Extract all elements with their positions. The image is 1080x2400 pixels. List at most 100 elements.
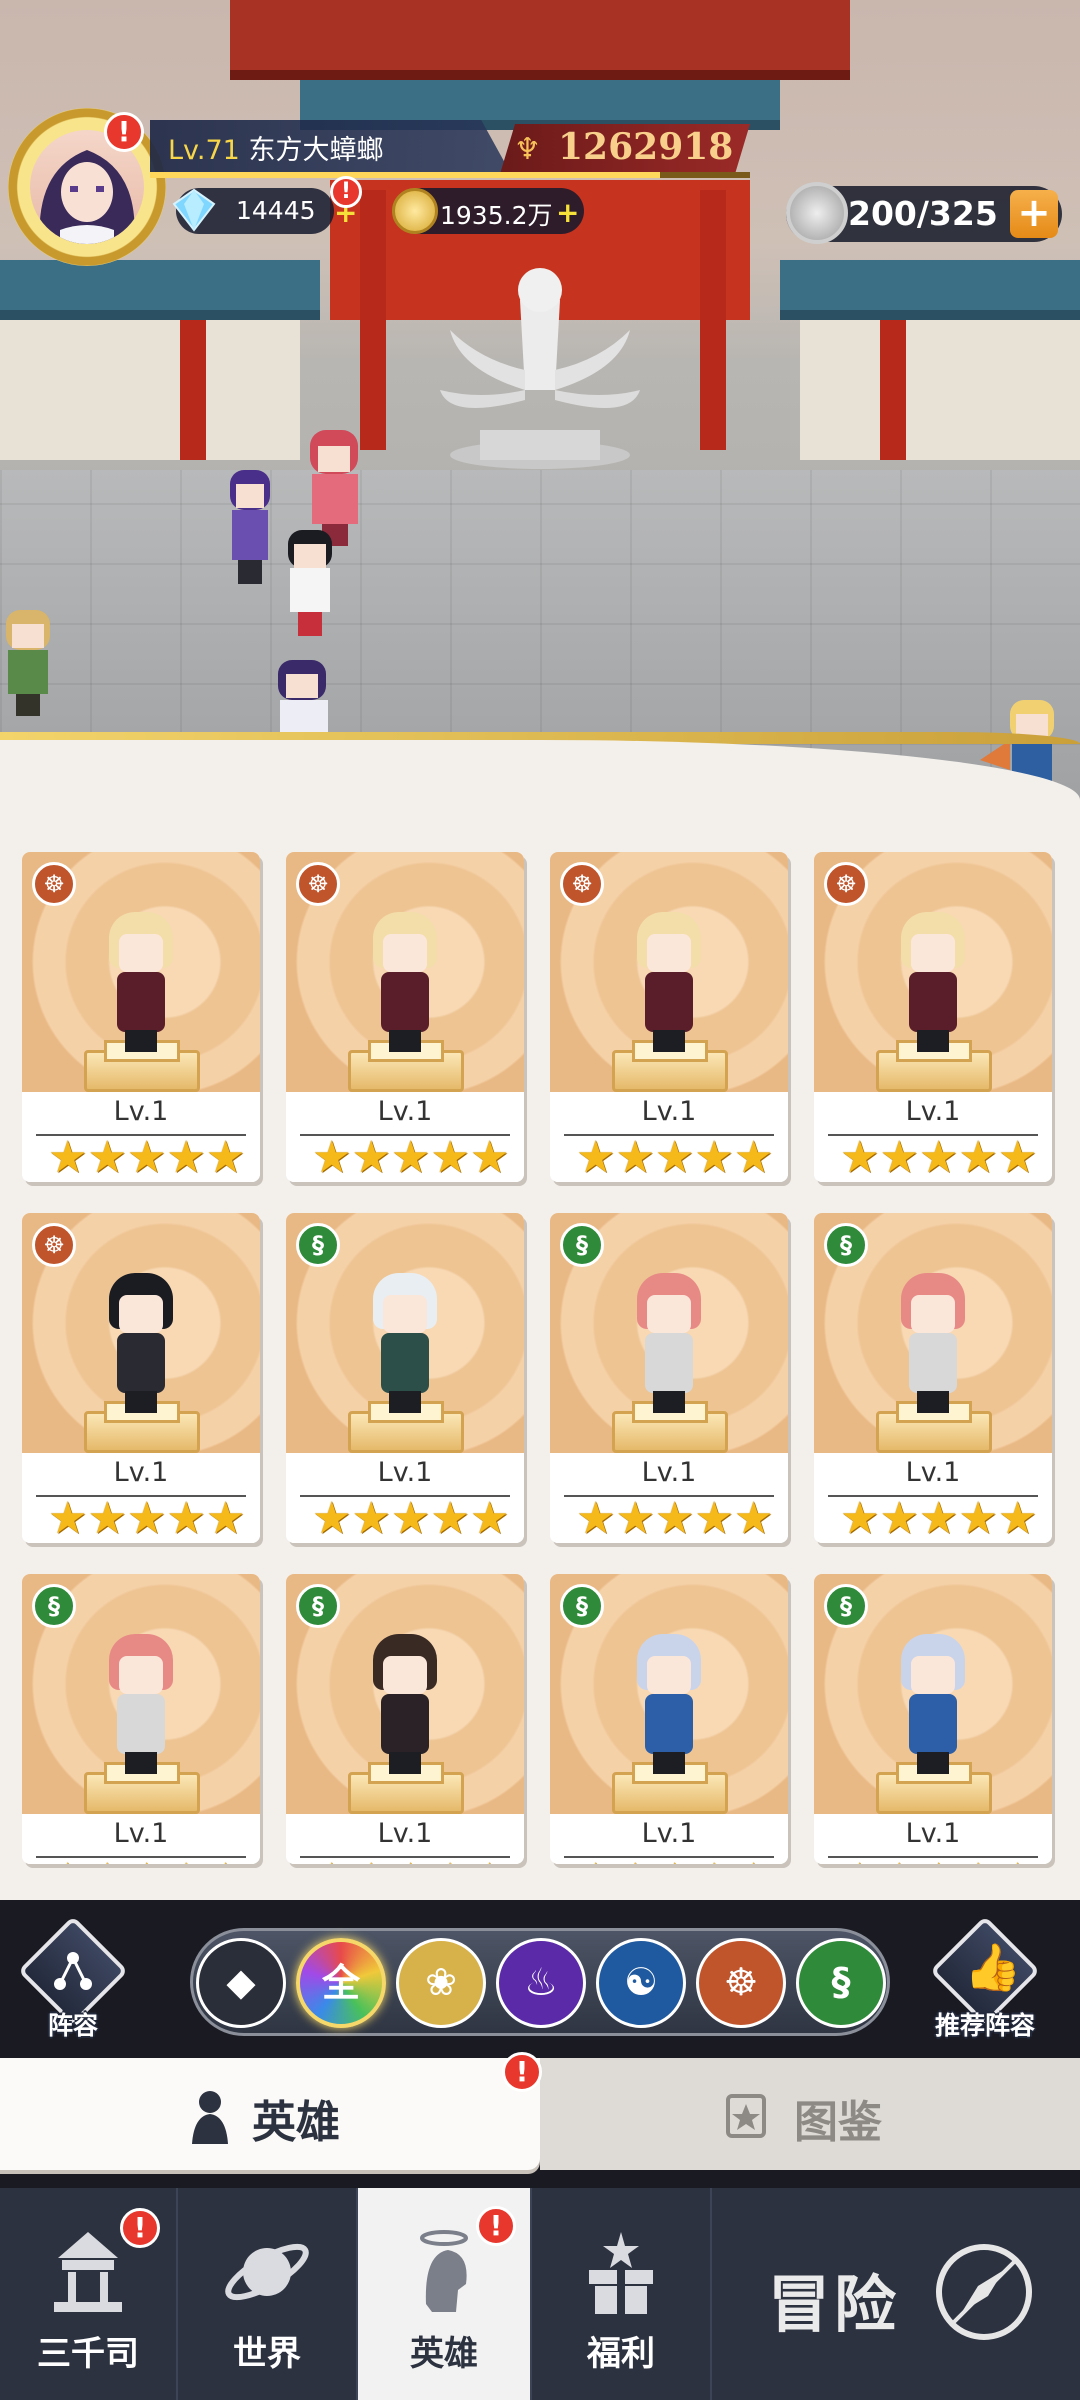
star-icon: ★ (694, 1493, 734, 1543)
star-icon: ★ (205, 1132, 246, 1182)
hero-card[interactable]: §Lv.1★★★★★ (550, 1574, 788, 1864)
star-icon: ★ (430, 1132, 470, 1182)
star-icon: ★ (312, 1132, 352, 1182)
nav-welfare[interactable]: 福利 (532, 2188, 712, 2400)
hero-silhouette-icon (192, 2091, 228, 2144)
hero-level: Lv.1 (113, 1818, 169, 1849)
temple-roof (230, 0, 850, 80)
power-icon: ♆ (514, 132, 541, 167)
hero-card[interactable]: §Lv.1★★★★★ (550, 1213, 788, 1543)
filter-flame-icon[interactable]: ♨ (496, 1938, 586, 2028)
star-icon: ★ (127, 1858, 166, 1865)
star-icon: ★ (48, 1493, 88, 1543)
star-icon: ★ (87, 1493, 127, 1543)
nav-adventure[interactable]: 冒险 (712, 2188, 1080, 2400)
star-icon: ★ (997, 1132, 1038, 1182)
filter-meditation-icon[interactable]: ☸ (696, 1938, 786, 2028)
recommended-formation-button[interactable]: 👍 推荐阵容 (929, 1915, 1041, 2040)
add-stamina-button[interactable]: + (1010, 190, 1058, 238)
hero-level: Lv.1 (905, 1818, 961, 1849)
star-icon: ★ (654, 1132, 695, 1182)
atlas-book-icon (726, 2094, 766, 2138)
palace-icon (54, 2232, 122, 2312)
star-icon: ★ (655, 1858, 694, 1865)
hero-star-rating: ★★★★★ (48, 1493, 245, 1543)
star-icon: ★ (205, 1493, 246, 1543)
hero-card[interactable]: §Lv.1★★★★★ (286, 1213, 524, 1543)
filter-tier-icon[interactable]: ◆ (196, 1938, 286, 2028)
meditation-icon: ☸ (560, 862, 604, 906)
hero-card[interactable]: §Lv.1★★★★★ (814, 1574, 1052, 1864)
hero-card[interactable]: ☸ Lv.1 ★ ★ ★ ★ ★ (814, 852, 1052, 1182)
hero-card[interactable]: ☸ Lv.1 ★ ★ ★ ★ ★ (22, 852, 260, 1182)
star-icon: ★ (654, 1493, 695, 1543)
player-info: Lv.71 东方大蟑螂 (168, 128, 383, 167)
star-icon: ★ (390, 1132, 431, 1182)
nav-sanqiansi-label: 三千司 (37, 2334, 139, 2374)
star-icon: ★ (469, 1132, 510, 1182)
stamina-icon (786, 182, 848, 244)
filter-all-icon[interactable]: 全 (296, 1938, 386, 2028)
star-icon: ★ (206, 1858, 245, 1865)
tab-atlas[interactable]: 图鉴 (540, 2058, 1080, 2170)
hero-sprite (629, 1634, 709, 1784)
tab-atlas-label: 图鉴 (794, 2097, 882, 2148)
nav-world[interactable]: 世界 (178, 2188, 358, 2400)
filter-yinyang-icon[interactable]: ☯ (596, 1938, 686, 2028)
star-icon: ★ (351, 1493, 391, 1543)
nav-welfare-label: 福利 (587, 2334, 655, 2374)
star-icon: ★ (694, 1858, 733, 1865)
hero-level: Lv.1 (377, 1457, 433, 1488)
formation-label: 阵容 (47, 2011, 98, 2040)
player-name: 东方大蟑螂 (248, 135, 384, 166)
nav-sanqiansi-alert-badge: ! (120, 2208, 160, 2248)
star-icon: ★ (166, 1858, 205, 1865)
nav-heroes-alert-badge: ! (476, 2206, 516, 2246)
star-icon: ★ (430, 1493, 470, 1543)
hero-level: Lv.1 (905, 1096, 961, 1127)
filter-dna-icon[interactable]: § (796, 1938, 886, 2028)
gift-box-icon (589, 2232, 653, 2314)
star-icon: ★ (998, 1858, 1037, 1865)
stamina-amount: 200/325 (848, 194, 998, 233)
hero-card[interactable]: ☸ Lv.1 ★ ★ ★ ★ ★ (22, 1213, 260, 1543)
hero-sprite (101, 1273, 181, 1423)
compass-icon (936, 2244, 1032, 2340)
dna-icon: § (32, 1584, 76, 1628)
star-icon: ★ (918, 1132, 959, 1182)
hero-star-rating: ★★★★★ (840, 1132, 1037, 1182)
meditation-icon: ☸ (296, 862, 340, 906)
star-icon: ★ (166, 1132, 206, 1182)
hero-card[interactable]: ☸ Lv.1 ★ ★ ★ ★ ★ (550, 852, 788, 1182)
star-icon: ★ (958, 1493, 998, 1543)
add-gold-button[interactable]: + (556, 196, 579, 229)
hero-star-rating: ★★★★★ (576, 1493, 773, 1543)
star-icon: ★ (576, 1132, 616, 1182)
hero-card[interactable]: §Lv.1★★★★★ (22, 1574, 260, 1864)
hero-sprite (101, 912, 181, 1062)
hero-sprite (893, 1273, 973, 1423)
hero-level: Lv.1 (377, 1818, 433, 1849)
filter-lotus-icon[interactable]: ❀ (396, 1938, 486, 2028)
xp-progress-bar (150, 172, 750, 178)
hero-level: Lv.1 (113, 1457, 169, 1488)
hero-card[interactable]: §Lv.1★★★★★ (814, 1213, 1052, 1543)
tab-heroes-label: 英雄 (252, 2097, 340, 2148)
star-icon: ★ (919, 1858, 958, 1865)
hero-sprite (893, 912, 973, 1062)
gold-amount: 1935.2万 (440, 201, 553, 230)
hero-card[interactable]: ☸ Lv.1 ★ ★ ★ ★ ★ (286, 852, 524, 1182)
star-icon: ★ (879, 1132, 919, 1182)
star-icon: ★ (166, 1493, 206, 1543)
star-icon: ★ (840, 1493, 880, 1543)
right-building-wall (800, 320, 1080, 460)
tab-heroes[interactable]: 英雄 (0, 2058, 540, 2170)
nav-heroes-label: 英雄 (410, 2334, 478, 2374)
hero-card[interactable]: §Lv.1★★★★★ (286, 1574, 524, 1864)
hero-sprite (629, 1273, 709, 1423)
star-icon: ★ (958, 1858, 997, 1865)
star-icon: ★ (312, 1858, 351, 1865)
star-icon: ★ (840, 1132, 880, 1182)
formation-button[interactable]: 阵容 (17, 1915, 129, 2040)
star-icon: ★ (469, 1493, 510, 1543)
